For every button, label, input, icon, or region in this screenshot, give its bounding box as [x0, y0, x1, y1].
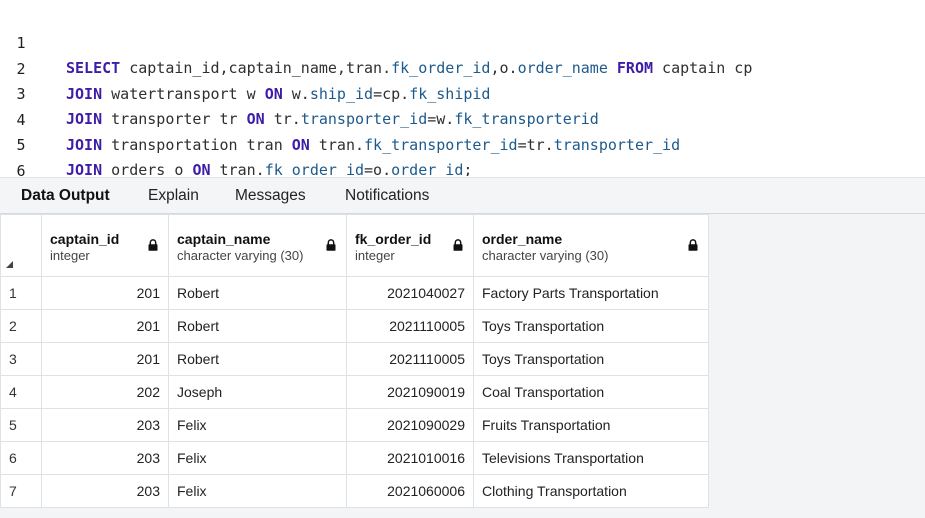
lock-icon	[148, 239, 158, 251]
sql-text: tran.	[210, 161, 265, 176]
cell-fk-order-id[interactable]: 2021090019	[346, 375, 474, 409]
sql-text: orders o	[102, 161, 193, 176]
table-row[interactable]: 4 202 Joseph 2021090019 Coal Transportat…	[0, 375, 709, 409]
sql-keyword: JOIN	[66, 161, 103, 176]
cell-order-name[interactable]: Factory Parts Transportation	[473, 276, 709, 310]
tab-notifications[interactable]: Notifications	[345, 178, 429, 214]
sql-text: ;	[463, 161, 473, 176]
cell-captain-id[interactable]: 203	[41, 474, 169, 508]
line-number: 6	[16, 161, 26, 177]
row-number[interactable]: 4	[0, 375, 42, 409]
code-line-3[interactable]: 3 JOIN transporter tr ON tr.transporter_…	[0, 57, 925, 128]
result-tabs: Data Output Explain Messages Notificatio…	[0, 177, 925, 214]
row-number[interactable]: 2	[0, 309, 42, 343]
code-line-6[interactable]: 6	[0, 134, 925, 177]
cell-captain-name[interactable]: Robert	[168, 276, 347, 310]
table-row[interactable]: 6 203 Felix 2021010016 Televisions Trans…	[0, 441, 709, 475]
cell-fk-order-id[interactable]: 2021010016	[346, 441, 474, 475]
column-header-captain-id[interactable]: captain_id integer	[41, 214, 169, 277]
cell-captain-name[interactable]: Felix	[168, 408, 347, 442]
column-type: integer	[355, 248, 395, 263]
column-name: order_name	[482, 231, 563, 247]
cell-fk-order-id[interactable]: 2021060006	[346, 474, 474, 508]
row-number[interactable]: 1	[0, 276, 42, 310]
data-output-panel: captain_id integer captain_name characte…	[0, 214, 925, 518]
cell-captain-id[interactable]: 202	[41, 375, 169, 409]
lock-icon	[688, 239, 698, 251]
cell-captain-name[interactable]: Felix	[168, 441, 347, 475]
cell-fk-order-id[interactable]: 2021090029	[346, 408, 474, 442]
column-name: fk_order_id	[355, 231, 432, 247]
table-row[interactable]: 7 203 Felix 2021060006 Clothing Transpor…	[0, 474, 709, 508]
cell-captain-name[interactable]: Felix	[168, 474, 347, 508]
table-row[interactable]: 1 201 Robert 2021040027 Factory Parts Tr…	[0, 276, 709, 310]
row-number[interactable]: 6	[0, 441, 42, 475]
cell-fk-order-id[interactable]: 2021040027	[346, 276, 474, 310]
cell-fk-order-id[interactable]: 2021110005	[346, 309, 474, 343]
cell-captain-name[interactable]: Robert	[168, 342, 347, 376]
code-line-1[interactable]: 1 SELECT captain_id,captain_name,tran.fk…	[0, 6, 925, 77]
cell-captain-id[interactable]: 203	[41, 408, 169, 442]
row-number[interactable]: 3	[0, 342, 42, 376]
sql-field: fk_order_id	[264, 161, 365, 176]
column-name: captain_name	[177, 231, 271, 247]
cell-captain-id[interactable]: 203	[41, 441, 169, 475]
cell-captain-id[interactable]: 201	[41, 276, 169, 310]
column-type: character varying (30)	[482, 248, 609, 263]
column-name: captain_id	[50, 231, 120, 247]
cell-captain-name[interactable]: Robert	[168, 309, 347, 343]
column-type: integer	[50, 248, 90, 263]
column-type: character varying (30)	[177, 248, 304, 263]
row-number-header[interactable]	[0, 214, 42, 277]
row-number[interactable]: 7	[0, 474, 42, 508]
column-header-fk-order-id[interactable]: fk_order_id integer	[346, 214, 474, 277]
sql-text: =o.	[364, 161, 392, 176]
tab-messages[interactable]: Messages	[235, 178, 306, 214]
grid-header-row: captain_id integer captain_name characte…	[0, 214, 709, 277]
table-row[interactable]: 3 201 Robert 2021110005 Toys Transportat…	[0, 342, 709, 376]
code-text[interactable]: JOIN orders o ON tran.fk_order_id=o.orde…	[66, 158, 472, 176]
cell-order-name[interactable]: Toys Transportation	[473, 342, 709, 376]
column-header-order-name[interactable]: order_name character varying (30)	[473, 214, 709, 277]
column-header-captain-name[interactable]: captain_name character varying (30)	[168, 214, 347, 277]
table-row[interactable]: 5 203 Felix 2021090029 Fruits Transporta…	[0, 408, 709, 442]
cell-order-name[interactable]: Toys Transportation	[473, 309, 709, 343]
cell-captain-id[interactable]: 201	[41, 342, 169, 376]
select-all-icon[interactable]	[6, 261, 13, 268]
cell-order-name[interactable]: Televisions Transportation	[473, 441, 709, 475]
cell-order-name[interactable]: Clothing Transportation	[473, 474, 709, 508]
sql-keyword: ON	[192, 161, 211, 176]
cell-order-name[interactable]: Fruits Transportation	[473, 408, 709, 442]
cell-captain-id[interactable]: 201	[41, 309, 169, 343]
row-number[interactable]: 5	[0, 408, 42, 442]
code-line-2[interactable]: 2 JOIN watertransport w ON w.ship_id=cp.…	[0, 32, 925, 103]
tab-data-output[interactable]: Data Output	[21, 178, 110, 214]
lock-icon	[453, 239, 463, 251]
cell-captain-name[interactable]: Joseph	[168, 375, 347, 409]
table-row[interactable]: 2 201 Robert 2021110005 Toys Transportat…	[0, 309, 709, 343]
lock-icon	[326, 239, 336, 251]
code-line-5[interactable]: 5 JOIN orders o ON tran.fk_order_id=o.or…	[0, 108, 925, 176]
sql-field: order_id	[391, 161, 464, 176]
cell-fk-order-id[interactable]: 2021110005	[346, 342, 474, 376]
result-grid: captain_id integer captain_name characte…	[0, 214, 709, 508]
cell-order-name[interactable]: Coal Transportation	[473, 375, 709, 409]
sql-editor[interactable]: 1 SELECT captain_id,captain_name,tran.fk…	[0, 0, 925, 176]
tab-explain[interactable]: Explain	[148, 178, 199, 214]
code-line-4[interactable]: 4 JOIN transportation tran ON tran.fk_tr…	[0, 83, 925, 154]
